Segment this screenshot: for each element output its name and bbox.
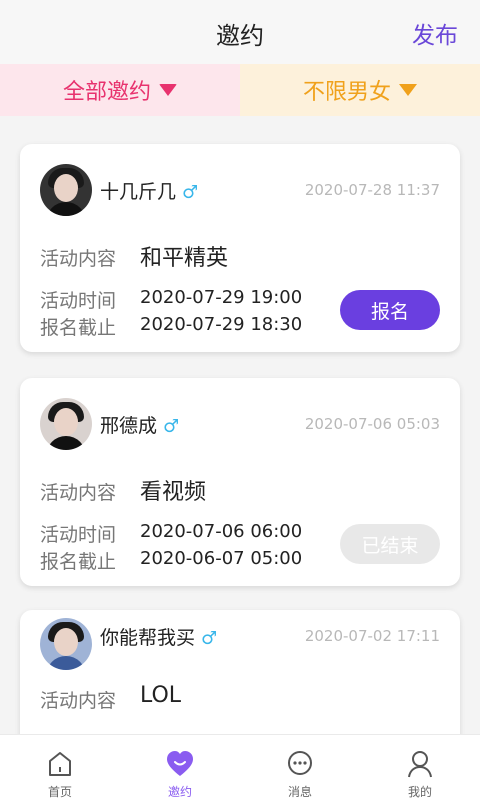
dropdown-arrow-icon — [159, 84, 177, 96]
tab-invitations-label: 邀约 — [167, 785, 192, 799]
dropdown-arrow-icon — [399, 84, 417, 96]
all-invitations-label: 全部邀约 — [62, 80, 151, 105]
invitation-card[interactable]: 十几斤几 ♂ 2020-07-28 11:37 活动内容 和平精英 活动时间 20… — [20, 144, 460, 352]
avatar[interactable] — [40, 618, 92, 670]
male-icon: ♂ — [201, 628, 218, 649]
post-time: 2020-07-28 11:37 — [304, 181, 440, 199]
avatar[interactable] — [40, 398, 92, 450]
time-label: 活动时间 — [40, 290, 117, 312]
home-icon — [49, 752, 71, 776]
user-name: 你能帮我买 ♂ — [100, 627, 218, 649]
post-time: 2020-07-02 17:11 — [304, 627, 440, 645]
tab-profile[interactable]: 我的 — [360, 735, 480, 800]
invitation-card[interactable]: 邢德成 ♂ 2020-07-06 05:03 活动内容 看视频 活动时间 2020… — [20, 378, 460, 586]
user-name: 邢德成 ♂ — [100, 415, 180, 437]
ended-button: 已结束 — [340, 524, 440, 564]
signup-button[interactable]: 报名 — [340, 290, 440, 330]
post-time: 2020-07-06 05:03 — [304, 415, 440, 433]
deadline-value: 2020-06-07 05:00 — [140, 548, 303, 569]
content-label: 活动内容 — [40, 482, 117, 504]
deadline-label: 报名截止 — [40, 551, 117, 573]
tab-messages[interactable]: 消息 — [240, 735, 360, 800]
male-icon: ♂ — [182, 182, 199, 203]
user-icon — [408, 751, 432, 778]
gender-filter-label: 不限男女 — [302, 80, 391, 105]
user-name: 十几斤几 ♂ — [100, 181, 199, 203]
content-value: LOL — [140, 683, 182, 708]
male-icon: ♂ — [163, 416, 180, 437]
time-value: 2020-07-29 19:00 — [140, 287, 303, 308]
tab-invitations[interactable]: 邀约 — [120, 735, 240, 800]
message-icon — [288, 751, 312, 775]
tab-profile-label: 我的 — [407, 785, 432, 799]
publish-button[interactable]: 发布 — [412, 16, 458, 50]
filter-bar: 全部邀约 不限男女 — [0, 64, 480, 116]
time-label: 活动时间 — [40, 524, 117, 546]
content-label: 活动内容 — [40, 690, 117, 712]
deadline-label: 报名截止 — [40, 317, 117, 339]
bottom-tab-bar: 首页 邀约 消息 我的 — [0, 734, 480, 800]
content-value: 和平精英 — [140, 246, 229, 271]
page-title: 邀约 — [216, 22, 264, 50]
avatar[interactable] — [40, 164, 92, 216]
all-invitations-filter[interactable]: 全部邀约 — [0, 64, 240, 116]
content-label: 活动内容 — [40, 248, 117, 270]
time-value: 2020-07-06 06:00 — [140, 521, 303, 542]
tab-home[interactable]: 首页 — [0, 735, 120, 800]
gender-filter[interactable]: 不限男女 — [240, 64, 480, 116]
tab-home-label: 首页 — [47, 785, 72, 799]
heart-icon — [167, 751, 193, 776]
deadline-value: 2020-07-29 18:30 — [140, 314, 303, 335]
top-nav-bar: 邀约 发布 — [0, 0, 480, 64]
tab-messages-label: 消息 — [287, 785, 312, 799]
content-value: 看视频 — [140, 480, 207, 505]
